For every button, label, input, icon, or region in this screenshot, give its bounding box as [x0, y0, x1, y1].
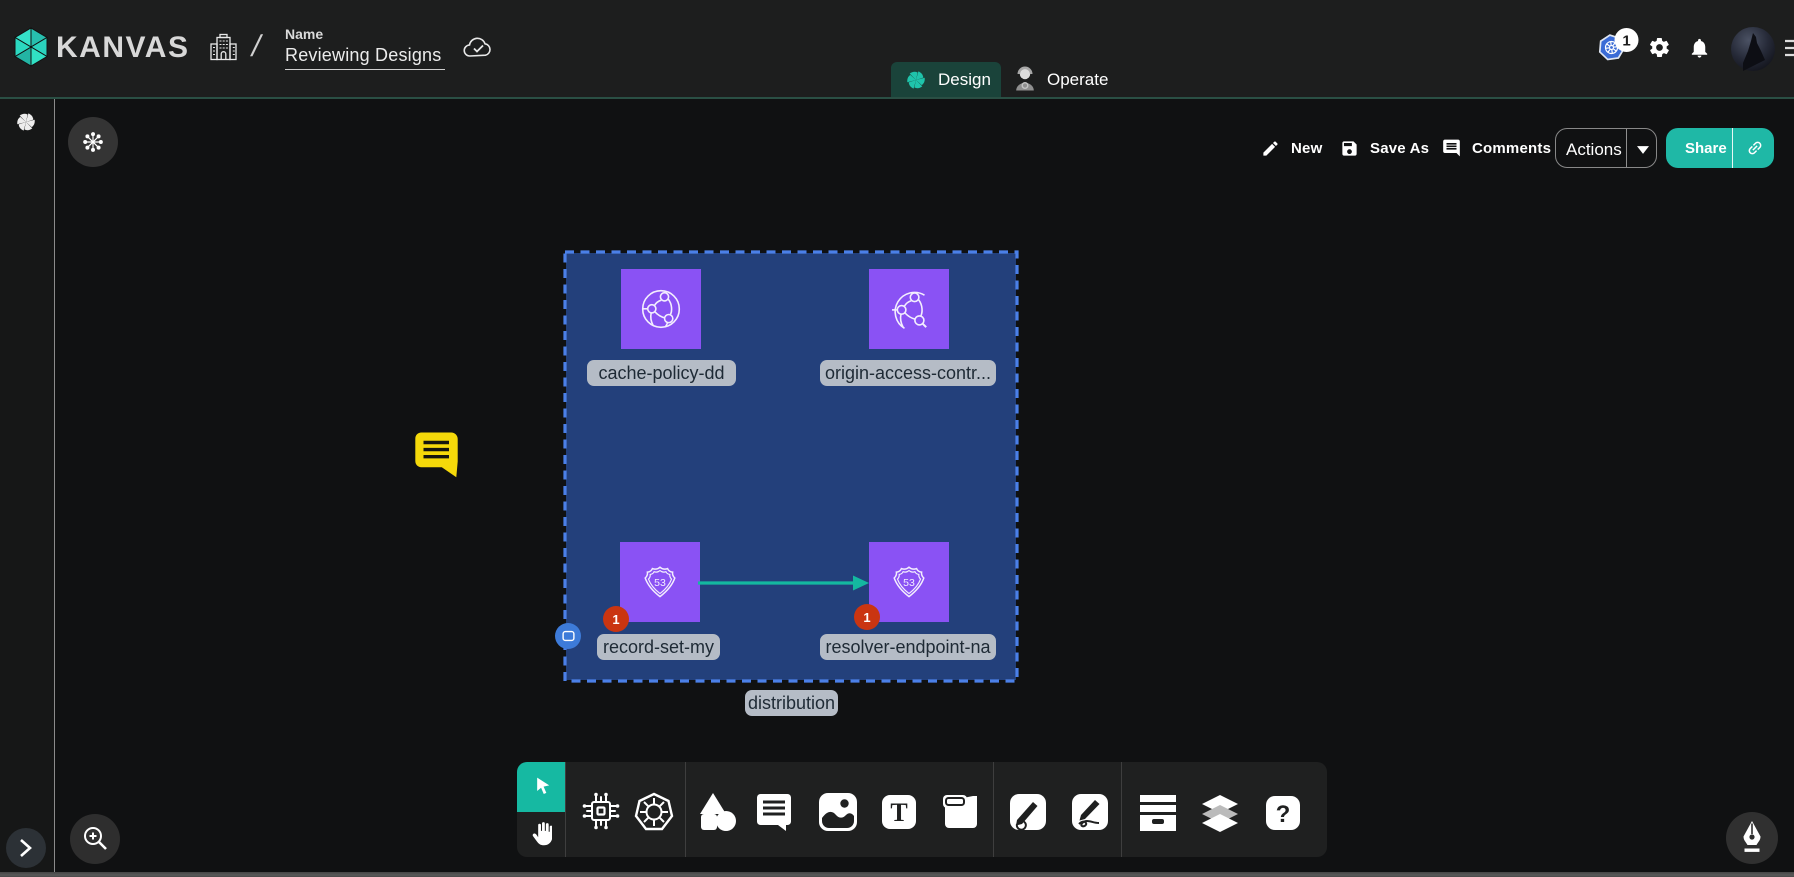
svg-text:53: 53 — [654, 577, 666, 589]
svg-text:T: T — [890, 798, 907, 827]
svg-text:53: 53 — [903, 577, 915, 589]
svg-text:?: ? — [1276, 801, 1291, 828]
svg-text:1: 1 — [1622, 33, 1630, 50]
